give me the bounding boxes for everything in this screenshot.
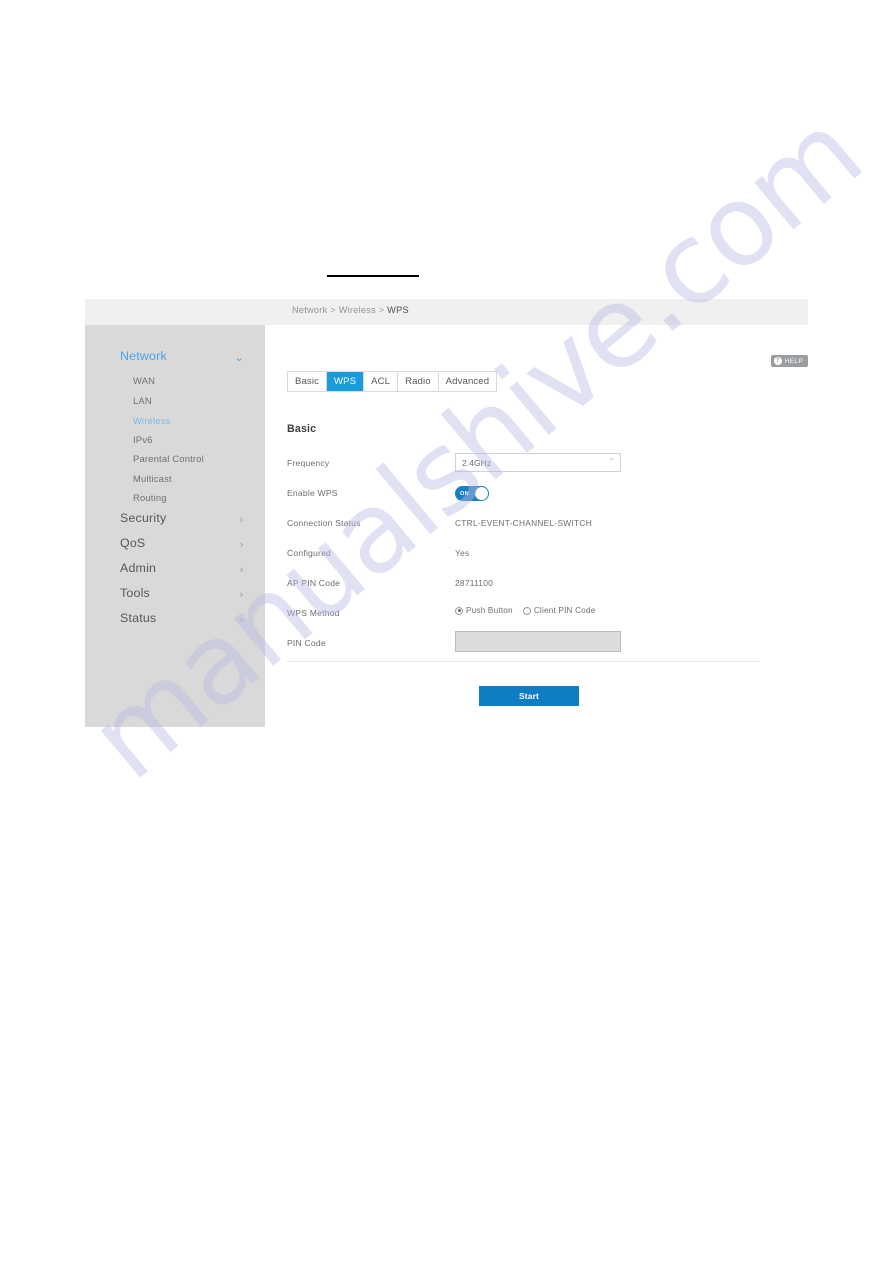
sidebar-group-tools[interactable]: Tools ›	[120, 586, 252, 606]
sidebar-item-wan[interactable]: WAN	[133, 375, 155, 386]
radio-button-icon[interactable]	[455, 606, 463, 615]
frequency-label: Frequency	[287, 458, 330, 468]
pin-code-field	[455, 631, 621, 652]
wps-method-label: WPS Method	[287, 608, 340, 618]
tab-basic[interactable]: Basic	[288, 372, 327, 391]
wps-method-radio-group: Push Button Client PIN Code	[455, 603, 596, 615]
main-content: ? HELP Basic WPS ACL Radio Advanced Basi…	[265, 325, 808, 727]
breadcrumb-separator: >	[375, 305, 388, 315]
pin-code-label: PIN Code	[287, 638, 326, 648]
chevron-right-icon: ›	[239, 588, 244, 601]
sidebar-group-security[interactable]: Security ›	[120, 511, 252, 531]
tab-acl[interactable]: ACL	[364, 372, 399, 391]
sidebar-item-ipv6[interactable]: IPv6	[133, 434, 153, 445]
form-row-configured: Configured Yes	[287, 543, 784, 573]
frequency-value: 2.4GHz	[462, 458, 492, 468]
form-divider	[287, 661, 760, 662]
breadcrumb-item-network[interactable]: Network	[292, 305, 327, 315]
enable-wps-toggle[interactable]: ON	[455, 486, 489, 501]
pin-code-input[interactable]	[455, 631, 621, 652]
sidebar-item-multicast[interactable]: Multicast	[133, 473, 172, 484]
breadcrumb-bar: Network > Wireless > WPS	[85, 299, 808, 326]
toggle-knob	[475, 487, 488, 500]
sidebar-group-qos-label: QoS	[120, 536, 146, 550]
radio-push-button-label: Push Button	[466, 606, 513, 615]
radio-button-icon[interactable]	[522, 606, 531, 615]
sidebar-item-routing[interactable]: Routing	[133, 492, 167, 503]
radio-client-pin-code[interactable]: Client PIN Code	[522, 606, 596, 615]
chevron-down-icon: ⌄	[234, 351, 244, 364]
sidebar-group-network[interactable]: Network ⌄	[120, 349, 252, 369]
breadcrumb-item-wireless[interactable]: Wireless	[339, 305, 376, 315]
breadcrumb-separator: >	[327, 305, 339, 315]
page-top-rule	[327, 275, 419, 277]
sidebar-group-admin[interactable]: Admin ›	[120, 561, 252, 581]
form-row-enable-wps: Enable WPS ON	[287, 483, 784, 513]
tab-advanced[interactable]: Advanced	[439, 372, 496, 391]
sidebar-group-qos[interactable]: QoS ›	[120, 536, 252, 556]
form-row-frequency: Frequency 2.4GHz ⌃	[287, 453, 784, 483]
chevron-right-icon: ›	[239, 538, 244, 551]
chevron-up-icon: ⌃	[608, 457, 615, 466]
start-button[interactable]: Start	[479, 686, 579, 706]
tab-wps[interactable]: WPS	[326, 372, 365, 391]
tab-radio[interactable]: Radio	[398, 372, 439, 391]
enable-wps-field: ON	[455, 486, 489, 501]
configured-value: Yes	[455, 548, 470, 558]
sidebar-item-lan[interactable]: LAN	[133, 395, 152, 406]
chevron-right-icon: ›	[239, 513, 244, 526]
wps-form: Frequency 2.4GHz ⌃ Enable WPS ON Connect…	[287, 453, 784, 663]
radio-client-pin-code-label: Client PIN Code	[533, 606, 596, 615]
breadcrumb: Network > Wireless > WPS	[292, 305, 409, 315]
sidebar-group-admin-label: Admin	[120, 561, 157, 575]
chevron-right-icon: ›	[239, 563, 244, 576]
configured-label: Configured	[287, 548, 332, 558]
sidebar-group-tools-label: Tools	[120, 586, 150, 600]
connection-status-value: CTRL-EVENT-CHANNEL-SWITCH	[455, 518, 592, 528]
sidebar-group-security-label: Security	[120, 511, 167, 525]
sidebar-group-status-label: Status	[120, 611, 157, 625]
enable-wps-label: Enable WPS	[287, 488, 338, 498]
question-mark-circle-icon: ?	[773, 357, 782, 365]
connection-status-label: Connection Status	[287, 518, 361, 528]
section-title: Basic	[287, 423, 317, 435]
form-row-ap-pin-code: AP PIN Code 28711100	[287, 573, 784, 603]
frequency-select[interactable]: 2.4GHz ⌃	[455, 453, 621, 472]
sidebar-item-wireless[interactable]: Wireless	[133, 415, 171, 426]
sidebar-group-network-label: Network	[120, 349, 167, 363]
help-label: HELP	[784, 357, 803, 365]
breadcrumb-item-wps: WPS	[387, 305, 409, 315]
frequency-field: 2.4GHz ⌃	[455, 453, 621, 472]
chevron-right-icon: ›	[239, 613, 244, 626]
radio-push-button[interactable]: Push Button	[455, 606, 513, 615]
sidebar-group-status[interactable]: Status ›	[120, 611, 252, 631]
wps-method-field: Push Button Client PIN Code	[455, 603, 596, 615]
ap-pin-code-label: AP PIN Code	[287, 578, 341, 588]
help-button[interactable]: ? HELP	[770, 355, 808, 367]
form-row-connection-status: Connection Status CTRL-EVENT-CHANNEL-SWI…	[287, 513, 784, 543]
router-admin-panel: Network > Wireless > WPS Network ⌄ WAN L…	[85, 299, 808, 729]
ap-pin-code-value: 28711100	[455, 578, 494, 588]
form-row-wps-method: WPS Method Push Button Client PIN Code	[287, 603, 784, 633]
sidebar-item-parental-control[interactable]: Parental Control	[133, 453, 204, 464]
enable-wps-toggle-state: ON	[460, 490, 469, 497]
tab-bar: Basic WPS ACL Radio Advanced	[287, 371, 498, 392]
form-row-pin-code: PIN Code	[287, 631, 784, 663]
sidebar-navigation: Network ⌄ WAN LAN Wireless IPv6 Parental…	[85, 325, 265, 727]
